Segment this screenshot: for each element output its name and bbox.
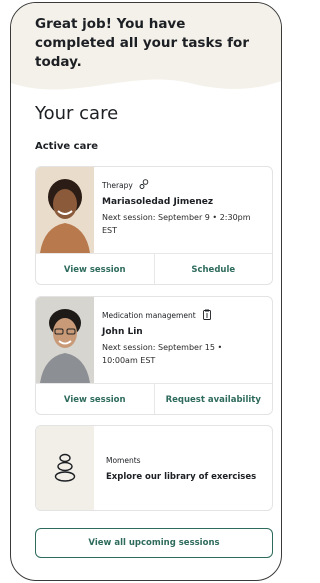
care-type-label: Therapy xyxy=(102,180,133,190)
card-actions: View session Request availability xyxy=(36,383,273,414)
moments-card[interactable]: Moments Explore our library of exercises xyxy=(35,425,273,511)
provider-name: Mariasoledad Jimenez xyxy=(102,197,214,207)
provider-name: John Lin xyxy=(102,327,143,337)
next-session: Next session: September 9 • 2:30pm EST xyxy=(102,213,251,235)
card-actions: View session Schedule xyxy=(36,253,273,284)
moments-description: Explore our library of exercises xyxy=(106,472,257,482)
care-type: Therapy xyxy=(102,178,266,192)
banner-message: Great job! You have completed all your t… xyxy=(35,16,249,70)
clipboard-icon xyxy=(202,309,212,322)
section-title: Your care xyxy=(35,103,119,124)
therapist-photo xyxy=(36,167,94,253)
moments-label: Moments xyxy=(106,456,141,465)
provider-photo xyxy=(36,297,94,383)
care-type: Medication management xyxy=(102,309,266,321)
phone-frame: Great job! You have completed all your t… xyxy=(10,2,282,581)
section-subtitle: Active care xyxy=(35,141,99,152)
view-session-button[interactable]: View session xyxy=(36,384,154,414)
therapy-icon xyxy=(139,178,149,192)
stacked-stones-icon xyxy=(36,426,94,510)
request-availability-button[interactable]: Request availability xyxy=(153,384,273,414)
care-card-therapy: Therapy Mariasoledad Jimenez Next sessio… xyxy=(35,166,273,285)
care-card-medication: Medication management John Lin Next sess… xyxy=(35,296,273,415)
schedule-button[interactable]: Schedule xyxy=(153,254,273,284)
view-session-button[interactable]: View session xyxy=(36,254,154,284)
view-all-sessions-button[interactable]: View all upcoming sessions xyxy=(35,528,273,558)
next-session: Next session: September 15 • 10:00am EST xyxy=(102,343,223,365)
care-type-label: Medication management xyxy=(102,310,196,320)
